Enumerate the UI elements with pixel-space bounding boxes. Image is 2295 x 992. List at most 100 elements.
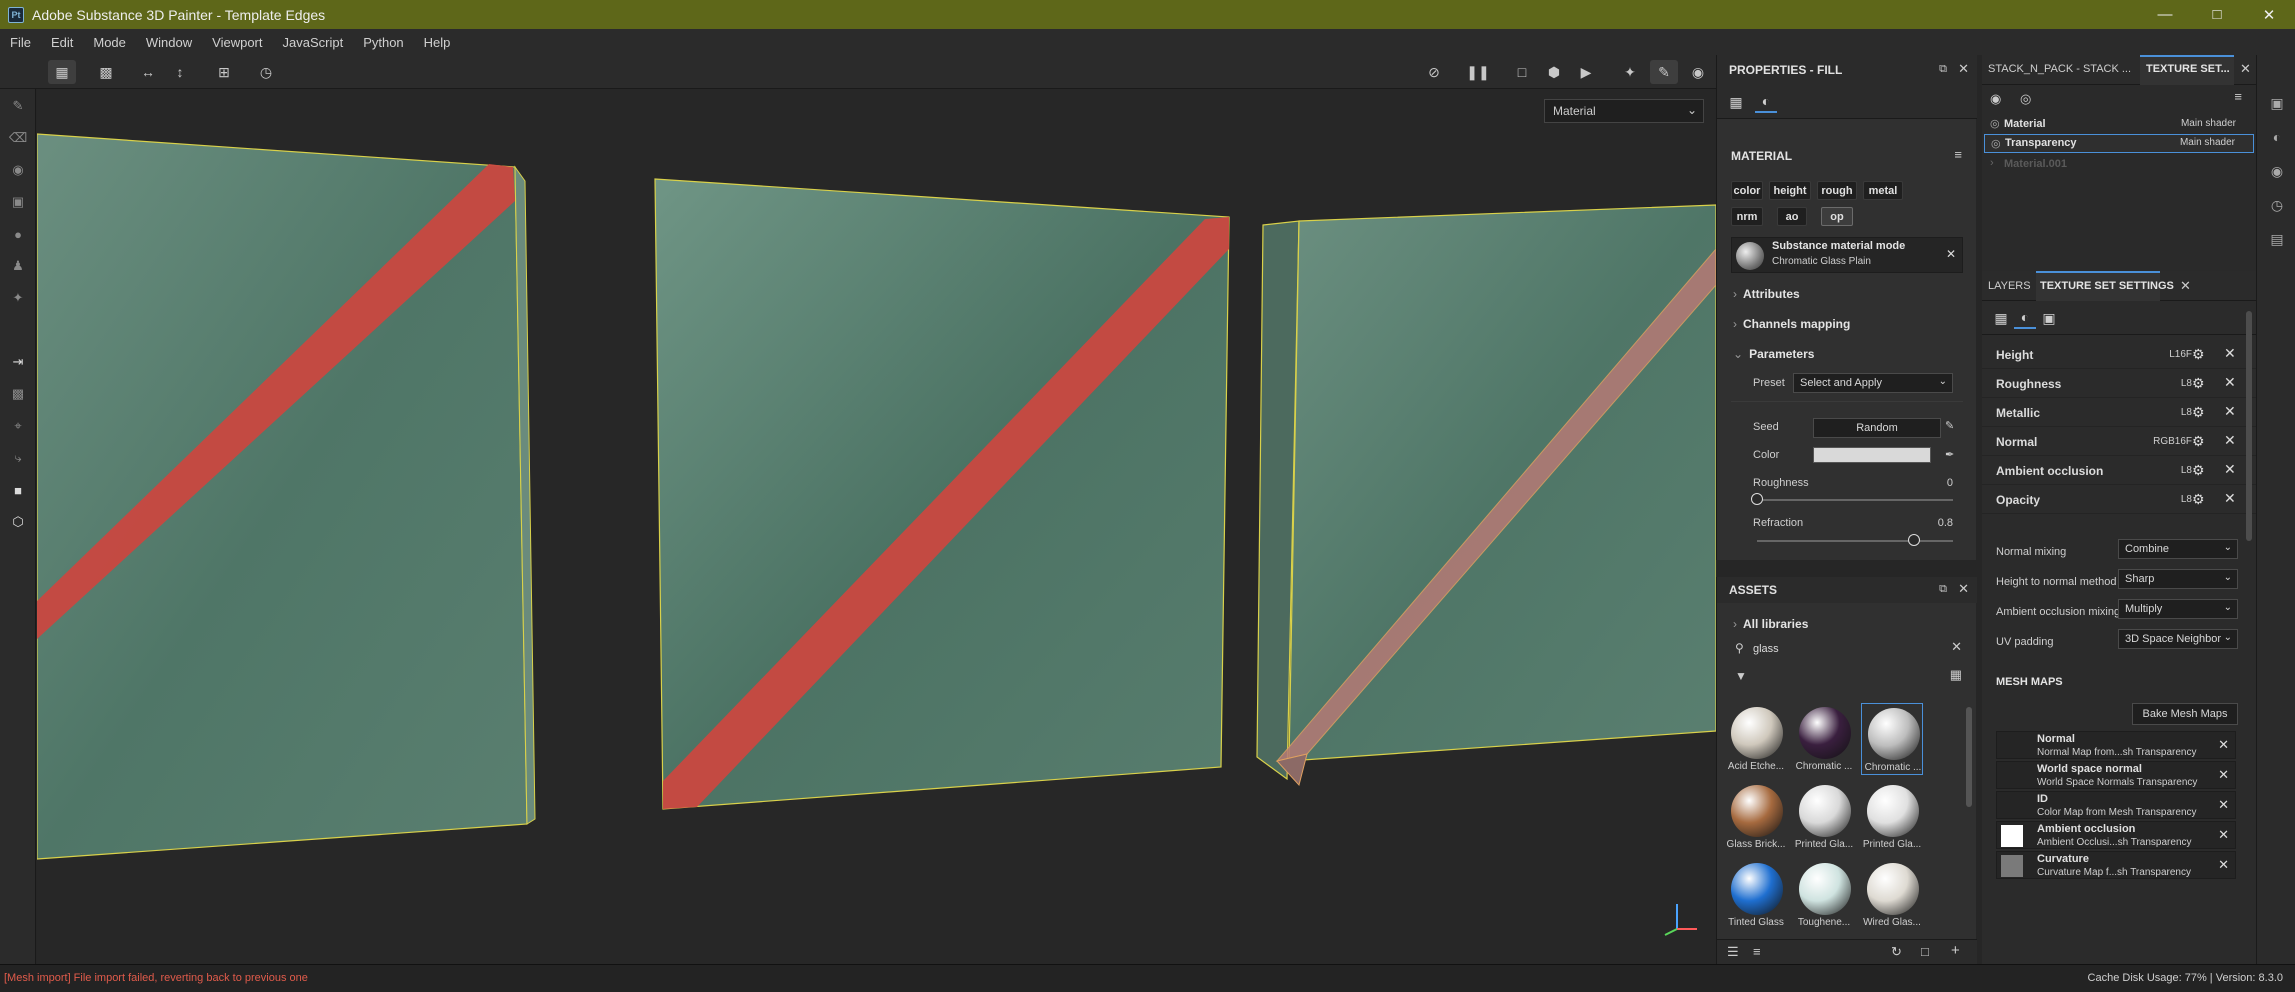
list-view-icon[interactable]: ☰ — [1727, 944, 1739, 960]
menu-file[interactable]: File — [0, 35, 41, 50]
asset-thumbnail[interactable]: Chromatic ... — [1861, 703, 1923, 775]
refresh-icon[interactable]: ↻ — [1891, 944, 1902, 960]
channel-metal[interactable]: metal — [1863, 181, 1903, 200]
cube-icon[interactable]: ⬢ — [1540, 60, 1568, 84]
material-card[interactable]: Substance material mode Chromatic Glass … — [1731, 237, 1963, 273]
close-tab-icon[interactable]: ✕ — [2240, 61, 2251, 77]
remove-mesh-map-icon[interactable]: ✕ — [2218, 827, 2229, 843]
folder-icon[interactable]: □ — [1921, 944, 1929, 959]
grid-options-icon[interactable]: ▩ — [92, 60, 120, 84]
gear-icon[interactable]: ⚙ — [2192, 462, 2205, 479]
history-icon[interactable]: ◷ — [252, 60, 280, 84]
gear-icon[interactable]: ⚙ — [2192, 375, 2205, 392]
asset-thumbnail[interactable]: Chromatic ... — [1793, 703, 1855, 775]
filter-icon[interactable]: ▼ — [1735, 669, 1747, 683]
clone-icon[interactable]: ♟ — [9, 257, 27, 275]
asset-thumbnail[interactable]: Tinted Glass — [1725, 859, 1787, 931]
remove-channel-icon[interactable]: ✕ — [2224, 490, 2236, 507]
menu-help[interactable]: Help — [414, 35, 461, 50]
remove-mesh-map-icon[interactable]: ✕ — [2218, 737, 2229, 753]
undock-icon[interactable]: ⧉ — [1939, 63, 1947, 76]
3d-viewport[interactable]: Material ⌄ — [37, 89, 1716, 964]
channel-row[interactable]: Ambient occlusion L8 ⚙ ✕ — [1982, 457, 2256, 485]
roughness-slider-knob[interactable] — [1751, 493, 1763, 505]
channel-height[interactable]: height — [1769, 181, 1811, 200]
normal-mixing-select[interactable]: Combine ⌄ — [2118, 539, 2238, 559]
height-method-select[interactable]: Sharp ⌄ — [2118, 569, 2238, 589]
uv-icon[interactable]: ▣ — [2038, 307, 2060, 329]
menu-edit[interactable]: Edit — [41, 35, 83, 50]
channel-row[interactable]: Metallic L8 ⚙ ✕ — [1982, 399, 2256, 427]
remove-material-icon[interactable]: ✕ — [1946, 247, 1956, 261]
color-picker-icon[interactable]: ✦ — [9, 289, 27, 307]
refraction-slider-knob[interactable] — [1907, 534, 1920, 546]
maximize-button[interactable]: □ — [2191, 0, 2243, 29]
eyedropper-icon[interactable]: ✒ — [1945, 448, 1954, 461]
display-settings-icon[interactable]: ▣ — [2267, 93, 2287, 113]
mirror-y-icon[interactable]: ↕ — [166, 60, 194, 84]
mirror-x-icon[interactable]: ↔ — [134, 60, 162, 84]
bake-icon[interactable]: ✦ — [1616, 60, 1644, 84]
gear-icon[interactable]: ⚙ — [2192, 433, 2205, 450]
tab-stack-n-pack[interactable]: STACK_N_PACK - STACK ... — [1988, 63, 2131, 75]
channel-row[interactable]: Normal RGB16F ⚙ ✕ — [1982, 428, 2256, 456]
channel-format[interactable]: L8 — [2132, 465, 2192, 476]
asset-thumbnail[interactable]: Printed Gla... — [1861, 781, 1923, 853]
eye-icon[interactable]: ◎ — [1990, 117, 2000, 130]
channel-format[interactable]: L8 — [2132, 407, 2192, 418]
menu-python[interactable]: Python — [353, 35, 413, 50]
channel-format[interactable]: RGB16F — [2132, 436, 2192, 447]
import-icon[interactable]: ⇥ — [9, 353, 27, 371]
log-icon[interactable]: ▤ — [2267, 229, 2287, 249]
gear-icon[interactable]: ⚙ — [2192, 491, 2205, 508]
tab-layers[interactable]: LAYERS — [1988, 280, 2031, 292]
channel-op[interactable]: op — [1821, 207, 1853, 226]
uv-padding-select[interactable]: 3D Space Neighbor ⌄ — [2118, 629, 2238, 649]
camera-frame-icon[interactable]: □ — [1508, 60, 1536, 84]
video-icon[interactable]: ▶ — [1572, 60, 1600, 84]
attributes-section[interactable]: › Attributes — [1733, 287, 1800, 301]
tab-texture-set[interactable]: TEXTURE SET... — [2146, 63, 2230, 75]
smudge-icon[interactable]: ● — [9, 225, 27, 243]
viewport-mode-select[interactable]: Material ⌄ — [1544, 99, 1704, 123]
mesh-map-card[interactable]: Curvature Curvature Map f...sh Transparen… — [1996, 851, 2236, 879]
menu-viewport[interactable]: Viewport — [202, 35, 272, 50]
material-properties-icon[interactable]: ◐ — [1755, 91, 1777, 113]
channel-color[interactable]: color — [1731, 181, 1763, 200]
channel-format[interactable]: L8 — [2132, 378, 2192, 389]
menu-icon[interactable]: ≡ — [1954, 147, 1962, 162]
list-item[interactable]: › Material.001 — [1982, 155, 2256, 174]
remove-channel-icon[interactable]: ✕ — [2224, 461, 2236, 478]
grid-view-icon[interactable]: ▦ — [48, 60, 76, 84]
path-icon[interactable]: ⤷ — [9, 449, 27, 467]
remove-channel-icon[interactable]: ✕ — [2224, 345, 2236, 362]
tab-texture-set-settings[interactable]: TEXTURE SET SETTINGS — [2040, 280, 2174, 292]
shader-settings-icon[interactable]: ◐ — [2267, 127, 2287, 147]
channel-format[interactable]: L16F — [2132, 349, 2192, 360]
channel-format[interactable]: L8 — [2132, 494, 2192, 505]
roughness-slider-track[interactable] — [1757, 499, 1953, 501]
hide-icon[interactable]: ⊘ — [1420, 60, 1448, 84]
add-asset-icon[interactable]: + — [1951, 942, 1960, 959]
close-panel-icon[interactable]: ✕ — [1958, 61, 1969, 77]
mesh-map-card[interactable]: ID Color Map from Mesh Transparency ✕ — [1996, 791, 2236, 819]
list-item[interactable]: ◎ Material Main shader — [1982, 115, 2256, 134]
channel-rough[interactable]: rough — [1817, 181, 1857, 200]
polygon-fill-icon[interactable]: ▣ — [9, 193, 27, 211]
eye-icon[interactable]: ◎ — [2020, 91, 2031, 107]
color-swatch[interactable] — [1813, 447, 1931, 463]
geometry-mask-icon[interactable]: ■ — [9, 481, 27, 499]
gear-icon[interactable]: ⚙ — [2192, 346, 2205, 363]
close-tab-icon[interactable]: ✕ — [2180, 278, 2191, 294]
assets-scrollbar[interactable] — [1966, 707, 1972, 807]
close-panel-icon[interactable]: ✕ — [1958, 581, 1969, 597]
remove-channel-icon[interactable]: ✕ — [2224, 403, 2236, 420]
remove-mesh-map-icon[interactable]: ✕ — [2218, 857, 2229, 873]
seed-random-button[interactable]: Random — [1813, 418, 1941, 438]
remove-mesh-map-icon[interactable]: ✕ — [2218, 767, 2229, 783]
list-item-selected[interactable]: ◎ Transparency Main shader — [1984, 134, 2254, 153]
asset-thumbnail[interactable]: Toughene... — [1793, 859, 1855, 931]
eye-icon[interactable]: ◎ — [1991, 137, 2001, 150]
chevron-right-icon[interactable]: › — [1990, 157, 1994, 169]
material-icon[interactable]: ◐ — [2014, 307, 2036, 329]
